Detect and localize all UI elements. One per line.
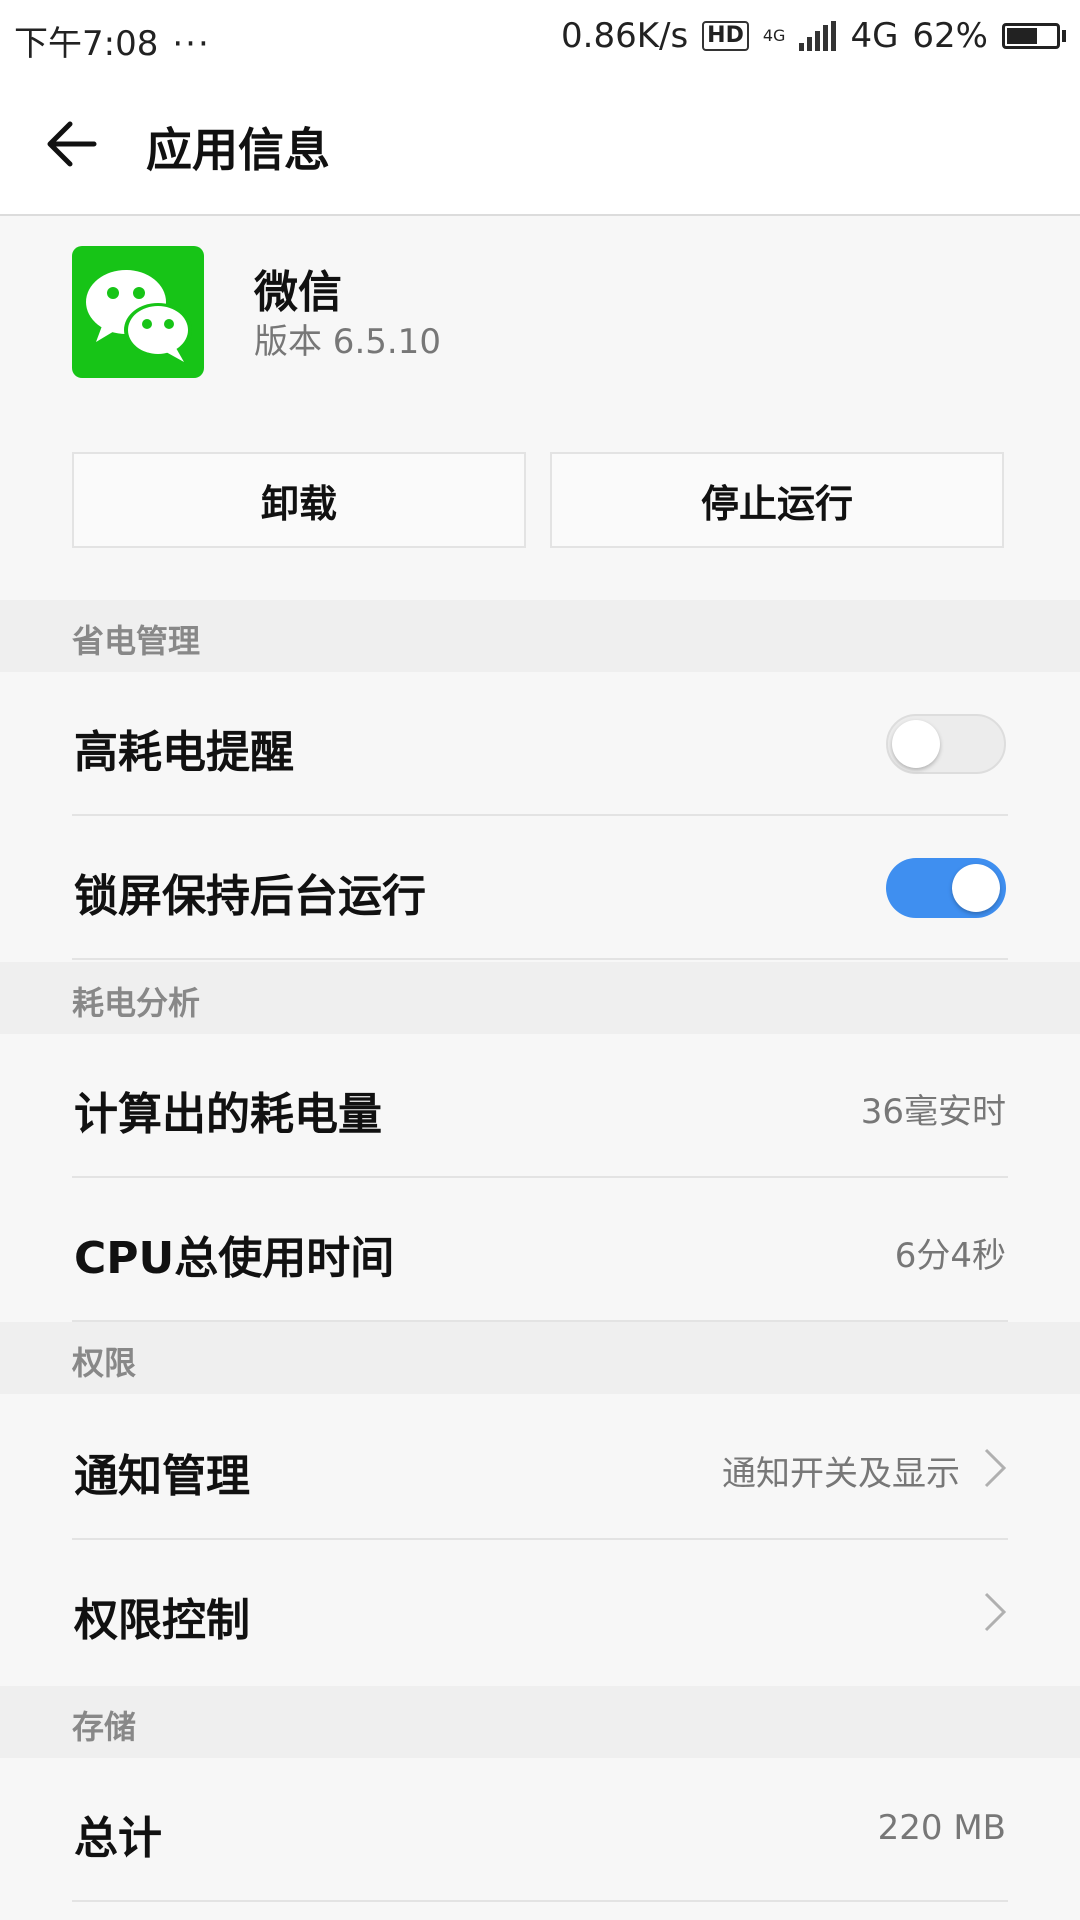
force-stop-button[interactable]: 停止运行 <box>550 452 1004 548</box>
storage-total-row[interactable]: 总计 220 MB <box>0 1758 1080 1902</box>
row-label: 锁屏保持后台运行 <box>74 871 426 922</box>
row-label: 计算出的耗电量 <box>74 1089 382 1140</box>
high-power-alert-row[interactable]: 高耗电提醒 <box>0 672 1080 816</box>
wechat-logo-icon <box>86 270 192 362</box>
page-title: 应用信息 <box>146 123 330 177</box>
keep-running-locked-row[interactable]: 锁屏保持后台运行 <box>0 816 1080 960</box>
computed-power-row[interactable]: 计算出的耗电量 36毫安时 <box>0 1034 1080 1178</box>
section-title: 存储 <box>72 1708 137 1746</box>
network-speed: 0.86K/s <box>561 16 689 56</box>
row-value: 220 MB <box>877 1808 1006 1848</box>
high-power-alert-toggle[interactable] <box>886 714 1006 774</box>
status-more-icon: ··· <box>172 24 211 64</box>
divider <box>72 958 1008 960</box>
battery-percent: 62% <box>912 16 988 56</box>
uninstall-button[interactable]: 卸载 <box>72 452 526 548</box>
toggle-knob <box>892 720 940 768</box>
toggle-knob <box>952 864 1000 912</box>
app-version: 版本 6.5.10 <box>254 322 441 362</box>
row-label: CPU总使用时间 <box>74 1233 395 1284</box>
row-value: 通知开关及显示 <box>722 1454 960 1494</box>
permission-control-row[interactable]: 权限控制 <box>0 1540 1080 1684</box>
section-header-storage: 存储 <box>0 1686 1080 1758</box>
network-type-small: 4G <box>762 26 786 45</box>
section-header-power-management: 省电管理 <box>0 600 1080 672</box>
chevron-right-icon <box>984 1592 1007 1632</box>
row-label: 通知管理 <box>74 1451 250 1502</box>
section-title: 省电管理 <box>72 622 201 660</box>
section-header-power-analysis: 耗电分析 <box>0 962 1080 1034</box>
battery-icon <box>1002 23 1066 49</box>
status-time: 下午7:08 <box>14 24 159 64</box>
chevron-right-icon <box>984 1448 1007 1488</box>
status-indicators: 0.86K/s HD 4G 4G 62% <box>561 16 1066 56</box>
section-header-permissions: 权限 <box>0 1322 1080 1394</box>
notification-management-row[interactable]: 通知管理 通知开关及显示 <box>0 1396 1080 1540</box>
divider <box>72 1900 1008 1902</box>
status-bar: 下午7:08 ··· 0.86K/s HD 4G 4G 62% <box>0 0 1080 72</box>
cpu-time-row[interactable]: CPU总使用时间 6分4秒 <box>0 1178 1080 1322</box>
hd-icon: HD <box>702 21 749 51</box>
row-label: 权限控制 <box>74 1595 250 1646</box>
network-type: 4G <box>850 16 899 56</box>
status-time-group: 下午7:08 ··· <box>14 16 211 65</box>
back-arrow-icon[interactable] <box>44 116 100 172</box>
row-value: 6分4秒 <box>894 1236 1006 1276</box>
row-label: 总计 <box>74 1813 162 1864</box>
app-header: 微信 版本 6.5.10 卸载 停止运行 <box>0 216 1080 596</box>
section-title: 权限 <box>72 1344 137 1382</box>
row-label: 高耗电提醒 <box>74 727 294 778</box>
section-title: 耗电分析 <box>72 984 201 1022</box>
app-name: 微信 <box>254 267 342 318</box>
signal-icon <box>799 21 837 51</box>
row-value: 36毫安时 <box>860 1092 1006 1132</box>
title-bar: 应用信息 <box>0 72 1080 216</box>
wechat-app-icon <box>72 246 204 378</box>
keep-running-locked-toggle[interactable] <box>886 858 1006 918</box>
